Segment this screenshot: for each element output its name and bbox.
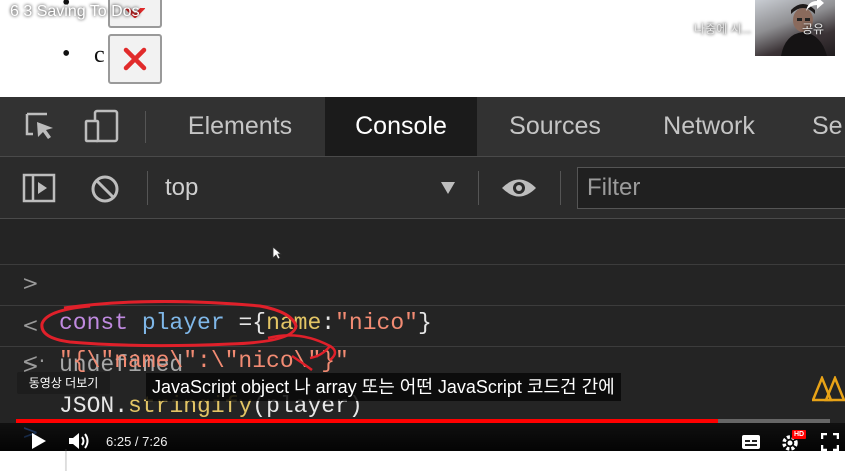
subtitle-caption: JavaScript object 나 array 또는 어떤 JavaScri… [146,373,621,401]
more-videos-button[interactable]: 동영상 더보기 [17,372,110,394]
bullet-dot: • [62,41,71,67]
clear-console-icon[interactable] [90,174,120,204]
subtitles-icon[interactable] [741,434,761,450]
divider [478,171,479,205]
todo-text: c [94,42,105,68]
tab-console[interactable]: Console [325,97,477,156]
share-button[interactable]: 공유 [800,0,845,40]
tab-sources[interactable]: Sources [485,97,625,156]
video-title[interactable]: 6 3 Saving To Dos [10,3,140,21]
tab-security-partial[interactable]: Se [812,97,845,156]
warning-icon [812,376,845,402]
fullscreen-icon[interactable] [821,433,839,451]
context-selector[interactable]: top [165,167,465,209]
live-expression-eye-icon[interactable] [500,177,538,199]
clock-icon [727,0,743,11]
dropdown-arrow-icon [441,182,455,194]
filter-input[interactable]: Filter [577,167,845,209]
close-icon [123,47,147,71]
device-toolbar-icon[interactable] [84,109,120,143]
inspect-element-icon[interactable] [25,112,57,142]
console-output-line: <· undefined [0,264,845,378]
context-value: top [165,174,199,201]
watch-later-label: 나중에 시... [694,22,752,36]
tab-network[interactable]: Network [640,97,778,156]
tab-elements[interactable]: Elements [165,97,315,156]
devtools-tab-bar: Elements Console Sources Network Se [0,97,845,157]
divider [560,171,561,205]
play-icon[interactable] [31,432,47,450]
hd-badge: HD [792,430,807,439]
red-annotation-circle [40,300,337,372]
divider [147,171,148,205]
sidebar-toggle-icon[interactable] [22,173,56,203]
volume-icon[interactable] [68,431,92,451]
divider [145,111,146,143]
mouse-cursor-icon [272,246,282,260]
share-icon [806,0,824,11]
console-input-line: > const player ={name:"nico"} [0,223,845,336]
delete-button[interactable] [108,34,162,84]
time-display: 6:25 / 7:26 [106,434,168,449]
share-label: 공유 [802,22,825,36]
settings-button[interactable]: HD [781,430,809,451]
